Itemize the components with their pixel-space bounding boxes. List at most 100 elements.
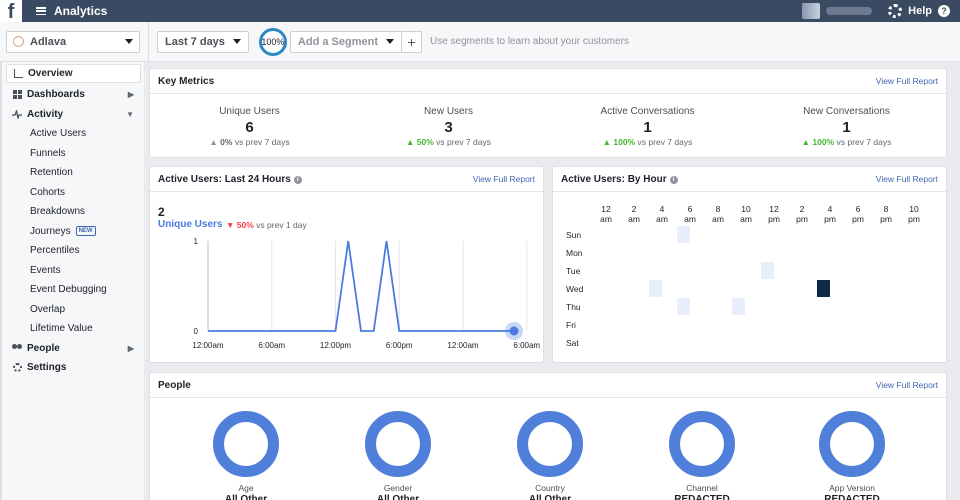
donut-chart <box>213 411 279 477</box>
heatmap-cell[interactable] <box>677 298 690 315</box>
heatmap-cell[interactable] <box>677 226 690 243</box>
sidebar-item-event-debugging[interactable]: Event Debugging <box>2 280 144 300</box>
settings-gear-icon <box>12 363 22 373</box>
chevron-right-icon: ▶ <box>127 90 134 100</box>
filter-toolbar: Adlava Last 7 days 100% Add a Segment + … <box>0 21 960 62</box>
metric-label: New Conversations <box>803 106 890 117</box>
metrics-row: Unique Users 6 ▲ 0% vs prev 7 days New User… <box>150 94 946 147</box>
metric-change: ▲ 100% vs prev 7 days <box>548 137 747 147</box>
chevron-down-icon <box>386 39 394 44</box>
sidebar-item-journeys[interactable]: Journeys NEW <box>2 222 144 242</box>
hour-column-label: 10 pm <box>908 204 920 224</box>
people-breakdown-country[interactable]: Country All Other <box>490 411 610 500</box>
sidebar-item-cohorts[interactable]: Cohorts <box>2 183 144 203</box>
up-arrow-icon: ▲ <box>602 137 614 147</box>
day-row-label: Sun <box>566 230 582 240</box>
heatmap-cell[interactable] <box>732 298 745 315</box>
up-arrow-icon: ▲ <box>406 137 417 147</box>
sidebar: Overview Dashboards ▶ Activity ▼ Active … <box>0 62 144 500</box>
x-tick-label: 6:00am <box>513 341 540 350</box>
people-breakdown-age[interactable]: Age All Other <box>186 411 306 500</box>
view-full-report-link[interactable]: View Full Report <box>876 76 938 86</box>
app-selector[interactable]: Adlava <box>6 30 140 53</box>
sidebar-item-lifetime-value[interactable]: Lifetime Value <box>2 319 144 339</box>
add-segment-button[interactable]: Add a Segment <box>289 30 402 53</box>
sidebar-item-settings[interactable]: Settings <box>2 358 144 378</box>
sidebar-item-overlap[interactable]: Overlap <box>2 300 144 320</box>
date-range-selector[interactable]: Last 7 days <box>157 30 249 53</box>
people-breakdown-channel[interactable]: Channel REDACTED <box>642 411 762 500</box>
view-full-report-link[interactable]: View Full Report <box>876 174 938 184</box>
people-card: People View Full Report Age All Other Gend… <box>149 372 947 500</box>
hour-column-label: 4 am <box>656 204 668 224</box>
view-full-report-link[interactable]: View Full Report <box>473 174 535 184</box>
active-users-line-chart: 12:00am 6:00am 12:00pm 6:00pm 12:00am 6:00am 0… <box>192 237 540 350</box>
sidebar-item-activity[interactable]: Activity ▼ <box>2 105 144 125</box>
heatmap-cell[interactable] <box>649 280 662 297</box>
donut-value: All Other <box>528 494 572 500</box>
donut-label: Age <box>238 483 254 493</box>
sidebar-item-dashboards[interactable]: Dashboards ▶ <box>2 85 144 105</box>
sidebar-item-retention[interactable]: Retention <box>2 163 144 183</box>
sidebar-item-events[interactable]: Events <box>2 261 144 281</box>
sidebar-item-percentiles[interactable]: Percentiles <box>2 241 144 261</box>
chevron-down-icon <box>125 39 133 44</box>
series-label: Unique Users <box>158 219 223 230</box>
hour-column-label: 8 am <box>712 204 724 224</box>
view-full-report-link[interactable]: View Full Report <box>876 380 938 390</box>
hamburger-menu-icon[interactable] <box>36 7 46 15</box>
metric-label: Active Conversations <box>600 106 695 117</box>
info-icon[interactable]: i <box>669 175 678 184</box>
donut-value: REDACTED <box>824 494 880 500</box>
app-name: Adlava <box>30 35 67 48</box>
sidebar-item-overview[interactable]: Overview <box>6 64 141 83</box>
metric-tile: Unique Users 6 ▲ 0% vs prev 7 days <box>150 94 349 147</box>
people-breakdown-gender[interactable]: Gender All Other <box>338 411 458 500</box>
metric-change-pct: 50% <box>416 137 434 147</box>
sampling-indicator[interactable]: 100% <box>258 27 287 56</box>
donut-value: All Other <box>376 494 420 500</box>
change-indicator: ▼ 50% vs prev 1 day <box>226 220 307 230</box>
heatmap-cell[interactable] <box>761 262 774 279</box>
sidebar-item-people[interactable]: People ▶ <box>2 339 144 359</box>
by-hour-header: Active Users: By Hour i View Full Report <box>553 167 946 192</box>
people-header: People View Full Report <box>150 373 946 398</box>
people-breakdown-app-version[interactable]: App Version REDACTED <box>792 411 912 500</box>
gear-icon[interactable] <box>888 4 903 18</box>
add-segment-plus-button[interactable]: + <box>402 30 422 53</box>
people-icon <box>12 343 22 353</box>
card-title: Key Metrics <box>158 75 215 87</box>
day-row-label: Tue <box>566 266 581 276</box>
metric-change-pct: 100% <box>613 137 636 147</box>
help-link[interactable]: Help <box>908 5 932 17</box>
sidebar-item-active-users[interactable]: Active Users <box>2 124 144 144</box>
metric-change-pct: 0% <box>220 137 233 147</box>
account-menu[interactable] <box>826 7 873 15</box>
x-tick-label: 12:00pm <box>320 341 351 350</box>
hour-column-label: 4 pm <box>824 204 836 224</box>
donut-label: App Version <box>829 483 875 493</box>
metric-change-pct: 100% <box>812 137 835 147</box>
sidebar-item-funnels[interactable]: Funnels <box>2 144 144 164</box>
facebook-logo-icon[interactable]: f <box>0 0 22 22</box>
key-metrics-header: Key Metrics View Full Report <box>150 69 946 94</box>
hour-column-label: 6 am <box>684 204 696 224</box>
donut-chart <box>819 411 885 477</box>
metric-tile: New Users 3 ▲ 50% vs prev 7 days <box>349 94 548 147</box>
down-arrow-icon: ▼ <box>226 220 237 230</box>
hour-column-label: 6 pm <box>852 204 864 224</box>
sidebar-item-breakdowns[interactable]: Breakdowns <box>2 202 144 222</box>
info-icon[interactable]: i <box>293 175 302 184</box>
day-row-label: Thu <box>566 302 581 312</box>
help-icon[interactable]: ? <box>938 5 950 17</box>
account-avatar[interactable] <box>802 3 821 19</box>
last-point-marker[interactable] <box>509 326 519 336</box>
day-row-label: Sat <box>566 338 579 348</box>
metric-change-suffix: vs prev 7 days <box>836 137 892 147</box>
top-right-controls: Help ? <box>802 3 960 19</box>
metric-change: ▲ 50% vs prev 7 days <box>349 137 548 147</box>
day-row-label: Wed <box>566 284 584 294</box>
y-tick-label: 1 <box>194 237 199 246</box>
heatmap-cell[interactable] <box>817 280 830 297</box>
donut-value: All Other <box>224 494 268 500</box>
